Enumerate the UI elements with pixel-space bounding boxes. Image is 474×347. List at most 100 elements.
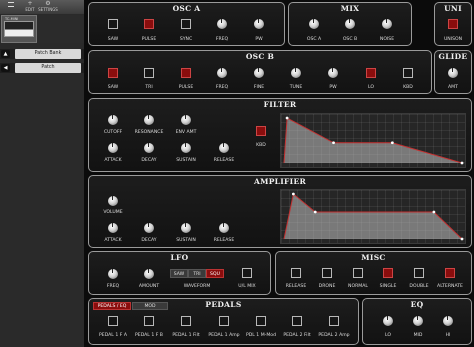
- arrow-up-icon[interactable]: ▲: [1, 50, 10, 58]
- preview-area: [37, 15, 84, 43]
- amp-decay-knob[interactable]: [144, 223, 154, 233]
- filter-cutoff-knob[interactable]: [108, 115, 118, 125]
- filter-decay-knob[interactable]: [144, 143, 154, 153]
- osc-b-pw-knob[interactable]: [328, 68, 338, 78]
- osc-b-panel: OSC B SAW TRI PULSE FREQ FINE TUNE PW LO…: [88, 50, 432, 94]
- misc-drone-switch[interactable]: [322, 268, 332, 278]
- filter-sustain-knob[interactable]: [181, 143, 191, 153]
- toolbar-edit-button[interactable]: + EDIT: [22, 1, 38, 13]
- filter-title: FILTER: [263, 100, 297, 109]
- osc-a-sync-switch[interactable]: [181, 19, 191, 29]
- tab-pedals-eq[interactable]: PEDALS / EQ: [93, 302, 131, 310]
- filter-release-knob[interactable]: [219, 143, 229, 153]
- glide-amt-knob[interactable]: [448, 68, 458, 78]
- mix-title: MIX: [340, 4, 360, 13]
- osc-b-saw-switch[interactable]: [108, 68, 118, 78]
- sidebar-row-patch[interactable]: ◀ Patch: [0, 63, 84, 73]
- misc-alternate-switch[interactable]: [445, 268, 455, 278]
- amp-envelope-handle[interactable]: [291, 192, 295, 196]
- eq-lo-knob[interactable]: [383, 316, 393, 326]
- osc-a-title: OSC A: [172, 4, 201, 13]
- pedal-1-filt-switch[interactable]: [181, 316, 191, 326]
- mix-noise-knob[interactable]: [382, 19, 392, 29]
- lfo-waveform-tri[interactable]: TRI: [188, 269, 206, 278]
- patch-sidebar: + EDIT ⚙ SETTINGS TC-MINI ▲ Patch Bank ◀…: [0, 0, 84, 347]
- arrow-left-icon[interactable]: ◀: [1, 64, 10, 72]
- amp-sustain-knob[interactable]: [181, 223, 191, 233]
- filter-env-amt-knob[interactable]: [181, 115, 191, 125]
- lfo-freq-knob[interactable]: [108, 269, 118, 279]
- menu-icon: [8, 2, 14, 7]
- eq-mid-knob[interactable]: [413, 316, 423, 326]
- misc-double-switch[interactable]: [414, 268, 424, 278]
- amp-envelope-curve: [283, 192, 464, 241]
- amp-volume-knob[interactable]: [108, 196, 118, 206]
- pedal-1-mmod-switch[interactable]: [256, 316, 266, 326]
- pedal-2-amp-switch[interactable]: [329, 316, 339, 326]
- filter-envelope-curve: [283, 116, 464, 165]
- filt-envelope-handle[interactable]: [332, 141, 335, 145]
- amp-envelope-graph[interactable]: [280, 189, 466, 244]
- unison-switch[interactable]: [448, 19, 458, 29]
- tab-mod[interactable]: MOD: [132, 302, 168, 310]
- mix-osc-a-knob[interactable]: [309, 19, 319, 29]
- osc-b-title: OSC B: [245, 52, 275, 61]
- osc-b-tri-switch[interactable]: [144, 68, 154, 78]
- osc-a-freq-knob[interactable]: [217, 19, 227, 29]
- osc-b-kbd-switch[interactable]: [403, 68, 413, 78]
- osc-b-tune-knob[interactable]: [291, 68, 301, 78]
- lfo-title: LFO: [170, 253, 189, 262]
- osc-a-pulse-switch[interactable]: [144, 19, 154, 29]
- osc-a-panel: OSC A SAW PULSE SYNC FREQ PW: [88, 2, 285, 46]
- toolbar-settings-button[interactable]: ⚙ SETTINGS: [38, 1, 58, 13]
- glide-title: GLIDE: [438, 52, 468, 61]
- filter-resonance-knob[interactable]: [144, 115, 154, 125]
- pedal-1-fa-switch[interactable]: [108, 316, 118, 326]
- osc-b-pulse-switch[interactable]: [181, 68, 191, 78]
- osc-b-fine-knob[interactable]: [254, 68, 264, 78]
- osc-b-freq-knob[interactable]: [217, 68, 227, 78]
- osc-a-pw-knob[interactable]: [254, 19, 264, 29]
- filt-envelope-handle[interactable]: [460, 161, 464, 165]
- synth-preview: TC-MINI: [1, 15, 37, 43]
- filter-kbd-switch[interactable]: [256, 126, 266, 136]
- toolbar-left-button[interactable]: [4, 1, 18, 13]
- amp-release-knob[interactable]: [219, 223, 229, 233]
- lfo-amount-knob[interactable]: [144, 269, 154, 279]
- uni-title: UNI: [444, 4, 462, 13]
- pedal-2-filt-switch[interactable]: [292, 316, 302, 326]
- lfo-waveform-squ[interactable]: SQU: [206, 269, 224, 278]
- preview-caption: TC-MINI: [5, 17, 19, 21]
- misc-title: MISC: [361, 253, 386, 262]
- pedal-1-fb-switch[interactable]: [144, 316, 154, 326]
- eq-title: EQ: [410, 300, 424, 309]
- misc-release-switch[interactable]: [291, 268, 301, 278]
- filt-envelope-handle[interactable]: [285, 116, 289, 120]
- filter-attack-knob[interactable]: [108, 143, 118, 153]
- misc-normal-switch[interactable]: [353, 268, 363, 278]
- amp-envelope-handle[interactable]: [432, 210, 436, 214]
- filt-envelope-handle[interactable]: [390, 141, 394, 145]
- misc-single-switch[interactable]: [383, 268, 393, 278]
- lfo-waveform-saw[interactable]: SAW: [170, 269, 188, 278]
- mix-panel: MIX OSC A OSC B NOISE: [288, 2, 412, 46]
- filter-envelope-graph[interactable]: [280, 113, 466, 168]
- osc-b-lo-switch[interactable]: [366, 68, 376, 78]
- sidebar-row-patch-bank[interactable]: ▲ Patch Bank: [0, 49, 84, 59]
- glide-panel: GLIDE AMT: [434, 50, 472, 94]
- mix-osc-b-knob[interactable]: [345, 19, 355, 29]
- lfo-ul-mix-switch[interactable]: [242, 268, 252, 278]
- osc-a-saw-switch[interactable]: [108, 19, 118, 29]
- uni-panel: UNI UNISON: [434, 2, 472, 46]
- lfo-panel: LFO FREQ AMOUNT SAW TRI SQU WAVEFORM U/L…: [88, 251, 271, 295]
- eq-panel: EQ LO MID HI: [362, 298, 472, 345]
- amp-envelope-handle[interactable]: [460, 237, 464, 241]
- eq-hi-knob[interactable]: [443, 316, 453, 326]
- pedal-1-amp-switch[interactable]: [219, 316, 229, 326]
- filter-panel: FILTER CUTOFF RESONANCE ENV AMT ATTACK D…: [88, 98, 472, 172]
- synth-thumbnail: [4, 21, 34, 37]
- amplifier-title: AMPLIFIER: [253, 177, 307, 186]
- amp-envelope-handle[interactable]: [313, 210, 317, 214]
- sidebar-toolbar: + EDIT ⚙ SETTINGS: [0, 0, 84, 14]
- amp-attack-knob[interactable]: [108, 223, 118, 233]
